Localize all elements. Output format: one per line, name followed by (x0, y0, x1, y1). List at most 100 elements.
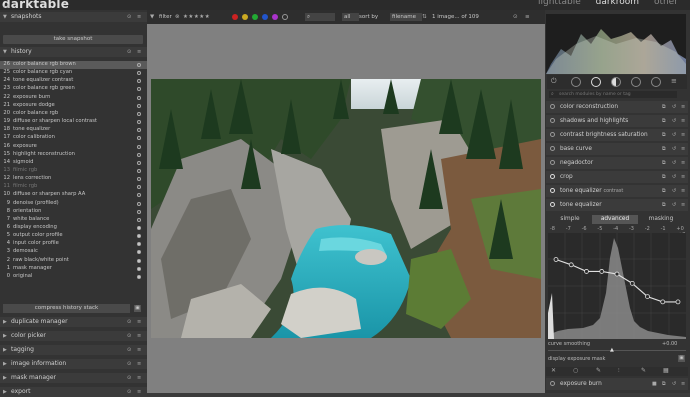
power-group-icon[interactable]: ⏻ (551, 77, 557, 86)
module-negadoctor[interactable]: negadoctor ⧉ ↺ ≡ (546, 157, 688, 169)
power-icon[interactable] (550, 160, 555, 165)
reset-icon[interactable]: ↺ (672, 171, 676, 183)
presets-icon[interactable]: ≡ (681, 115, 685, 127)
curve-smoothing-slider[interactable]: ▲ (548, 347, 686, 353)
multi-instance-icon[interactable]: ⧉ (662, 199, 666, 211)
multi-instance-icon[interactable]: ⧉ (662, 115, 666, 127)
text-search-input[interactable]: ⌕ (305, 13, 335, 21)
color-label-yellow[interactable] (242, 14, 248, 20)
color-label-red[interactable] (232, 14, 238, 20)
power-icon[interactable] (550, 118, 555, 123)
presets-icon[interactable]: ⊙ (127, 47, 131, 57)
history-item[interactable]: 5 output color profile (0, 232, 147, 240)
power-icon[interactable] (550, 174, 555, 179)
preferences-icon[interactable]: ≡ (525, 10, 530, 24)
reset-icon[interactable]: ≡ (137, 317, 141, 327)
tone-equalizer-graph[interactable] (548, 233, 686, 339)
view-darkroom[interactable]: darkroom (596, 0, 639, 7)
history-item[interactable]: 23 color balance rgb green (0, 85, 147, 93)
reset-icon[interactable]: ↺ (672, 199, 676, 211)
history-item[interactable]: 22 exposure burn (0, 94, 147, 102)
truncate-history-icon[interactable]: ▣ (134, 305, 141, 312)
history-item[interactable]: 12 lens correction (0, 175, 147, 183)
presets-icon[interactable]: ⊙ (127, 12, 131, 22)
color-label-purple[interactable] (272, 14, 278, 20)
view-select[interactable]: all (342, 13, 359, 21)
power-icon[interactable] (550, 132, 555, 137)
history-item[interactable]: 18 tone equalizer (0, 126, 147, 134)
reset-icon[interactable]: ≡ (137, 47, 141, 57)
multi-instance-icon[interactable]: ⧉ (662, 171, 666, 183)
history-item[interactable]: 9 denoise (profiled) (0, 200, 147, 208)
history-item[interactable]: 11 filmic rgb (0, 183, 147, 191)
history-item[interactable]: 0 original (0, 273, 147, 281)
curve-node[interactable] (568, 262, 574, 268)
module-color-reconstruction[interactable]: color reconstruction ⧉ ↺ ≡ (546, 101, 688, 113)
curve-node[interactable] (584, 269, 589, 274)
reset-icon[interactable]: ≡ (137, 331, 141, 341)
presets-icon[interactable]: ≡ (681, 101, 685, 113)
power-icon[interactable] (550, 381, 555, 386)
power-icon[interactable] (550, 146, 555, 151)
effect-group-icon[interactable] (651, 77, 661, 87)
history-item[interactable]: 8 orientation (0, 208, 147, 216)
module-exposure-burn[interactable]: exposure burn ■ ⧉ ↺ ≡ (546, 378, 688, 390)
drawn-mask-icon[interactable]: ✎ (596, 367, 601, 374)
curve-node[interactable] (614, 271, 620, 277)
reset-icon[interactable]: ↺ (672, 101, 676, 113)
histogram[interactable] (546, 14, 686, 74)
module-contrast-brightness-saturation[interactable]: contrast brightness saturation ⧉ ↺ ≡ (546, 129, 688, 141)
curve-node[interactable] (660, 299, 666, 305)
view-other[interactable]: other (654, 0, 678, 7)
history-item[interactable]: 1 mask manager (0, 265, 147, 273)
uniform-icon[interactable]: ○ (573, 367, 578, 374)
reset-icon[interactable]: ≡ (137, 345, 141, 355)
color-label-green[interactable] (252, 14, 258, 20)
color-group-icon[interactable] (611, 77, 621, 87)
multi-instance-icon[interactable]: ⧉ (662, 378, 666, 390)
history-item[interactable]: 6 display encoding (0, 224, 147, 232)
tab-advanced[interactable]: advanced (592, 215, 638, 224)
curve-node[interactable] (553, 257, 559, 262)
history-item[interactable]: 3 demosaic (0, 248, 147, 256)
reset-icon[interactable]: ≡ (137, 359, 141, 369)
history-item[interactable]: 19 diffuse or sharpen local contrast (0, 118, 147, 126)
section-tagging[interactable]: ▶ tagging ⊙ ≡ (0, 345, 147, 355)
reject-icon[interactable]: ⊗ (175, 10, 180, 24)
multi-instance-icon[interactable]: ⧉ (662, 157, 666, 169)
star-rating-filter[interactable]: ★★★★★ (183, 10, 210, 24)
history-item[interactable]: 21 exposure dodge (0, 102, 147, 110)
module-crop[interactable]: crop ⧉ ↺ ≡ (546, 171, 688, 183)
raster-mask-icon[interactable]: ▦ (663, 367, 669, 374)
history-item[interactable]: 24 tone equalizer contrast (0, 77, 147, 85)
reset-icon[interactable]: ↺ (672, 157, 676, 169)
reset-icon[interactable]: ↺ (672, 185, 676, 197)
module-tone-equalizer[interactable]: tone equalizer ⧉ ↺ ≡ (546, 199, 688, 211)
parametric-mask-icon[interactable]: ⫶ (618, 367, 620, 375)
snapshots-header[interactable]: ▼ snapshots ⊙ ≡ (0, 12, 147, 22)
history-item[interactable]: 14 sigmoid (0, 159, 147, 167)
history-item[interactable]: 20 color balance rgb (0, 110, 147, 118)
presets-icon[interactable]: ≡ (671, 77, 677, 85)
reset-icon[interactable]: ↺ (672, 115, 676, 127)
module-base-curve[interactable]: base curve ⧉ ↺ ≡ (546, 143, 688, 155)
history-item[interactable]: 4 input color profile (0, 240, 147, 248)
multi-instance-icon[interactable]: ⧉ (662, 101, 666, 113)
power-icon[interactable] (550, 104, 555, 109)
sort-select[interactable]: filename (390, 13, 422, 21)
tab-simple[interactable]: simple (548, 215, 592, 224)
presets-icon[interactable]: ⊙ (127, 331, 131, 341)
reset-icon[interactable]: ≡ (137, 12, 141, 22)
tone-group-icon[interactable] (591, 77, 601, 87)
color-label-blue[interactable] (262, 14, 268, 20)
compress-history-button[interactable]: compress history stack (3, 304, 130, 313)
correct-group-icon[interactable] (631, 77, 641, 87)
history-item[interactable]: 17 color calibration (0, 134, 147, 142)
presets-icon[interactable]: ⊙ (127, 387, 131, 397)
curve-node[interactable] (599, 269, 605, 274)
reset-icon[interactable]: ≡ (137, 387, 141, 397)
history-item[interactable]: 10 diffuse or sharpen sharp AA (0, 191, 147, 199)
off-icon[interactable]: ✕ (551, 367, 556, 374)
presets-icon[interactable]: ⊙ (127, 345, 131, 355)
presets-icon[interactable]: ⊙ (127, 373, 131, 383)
